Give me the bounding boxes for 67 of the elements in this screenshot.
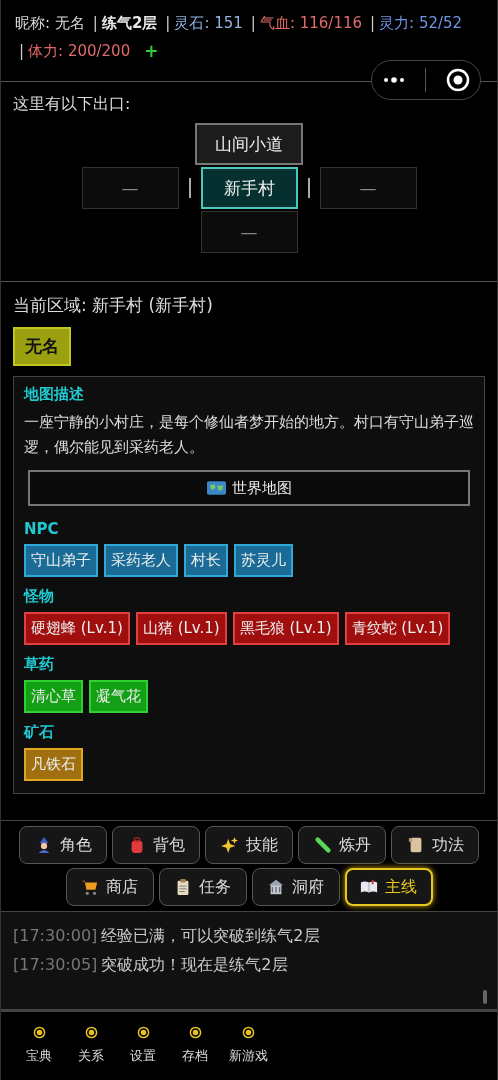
map-icon (206, 481, 226, 495)
close-icon[interactable] (446, 68, 471, 92)
entity-tag[interactable]: 村长 (184, 544, 228, 577)
dot-icon (188, 1026, 202, 1039)
stat-text: 练气2层 (101, 13, 158, 34)
stat-text: 灵石: 151 (174, 13, 243, 34)
nav-item[interactable]: 新游戏 (227, 1026, 270, 1080)
dot-icon (242, 1026, 255, 1039)
menu-button[interactable]: 洞府 (251, 868, 340, 906)
exit-button[interactable]: — (81, 167, 179, 209)
exit-button[interactable]: — (319, 167, 417, 209)
menu-button[interactable]: 角色 (19, 826, 107, 864)
separator: | (165, 13, 171, 34)
entity-tag[interactable]: 黑毛狼 (Lv.1) (232, 612, 339, 645)
separator: | (370, 13, 376, 34)
entity-tag[interactable]: 采药老人 (104, 544, 178, 577)
cart-icon (81, 878, 99, 896)
menu-button[interactable]: 背包 (112, 826, 200, 864)
nav-item[interactable]: 关系 (71, 1026, 111, 1080)
section-title: 怪物 (24, 587, 55, 606)
nav-item[interactable]: 存档 (175, 1026, 215, 1080)
entity-tag[interactable]: 硬翅蜂 (Lv.1) (24, 612, 130, 645)
separator: | (250, 13, 256, 34)
menu-button[interactable]: 主线 (344, 868, 433, 906)
stat-text: 灵力: 52/52 (379, 13, 463, 34)
nav-item[interactable]: 宝典 (19, 1026, 59, 1080)
exits-heading: 这里有以下出口: (13, 94, 132, 115)
stat-text: 昵称: 无名 (15, 13, 85, 34)
region-title: 当前区域: 新手村 (新手村) (13, 294, 214, 317)
scrollbar (483, 990, 487, 1004)
world-map-button[interactable]: 世界地图 (28, 470, 470, 506)
building-icon (267, 878, 285, 896)
exit-button[interactable]: 新手村 (200, 167, 298, 209)
entity-tag[interactable]: 凡铁石 (24, 748, 83, 781)
stat-text: 气血: 116/116 (259, 13, 363, 34)
sparkles-icon (220, 836, 239, 854)
menu-button[interactable]: 炼丹 (298, 826, 386, 864)
menu-button[interactable]: 任务 (158, 868, 247, 906)
test-tube-icon (313, 836, 332, 854)
menu-button[interactable]: 技能 (205, 826, 293, 864)
entity-tag[interactable]: 山猪 (Lv.1) (135, 612, 227, 645)
entity-tag[interactable]: 青纹蛇 (Lv.1) (344, 612, 451, 645)
player-tag[interactable]: 无名 (13, 327, 71, 366)
log-time: [17:30:00] (13, 926, 98, 945)
log-time: [17:30:05] (13, 955, 98, 974)
section-title: 草药 (24, 655, 55, 674)
section-title: 地图描述 (24, 385, 85, 404)
log-message: 突破成功！现在是练气2层 (101, 955, 288, 974)
add-button[interactable]: + (138, 41, 165, 61)
map-description: 一座宁静的小村庄，是每个修仙者梦开始的地方。村口有守山弟子巡逻，偶尔能见到采药老人。 (24, 412, 474, 458)
exit-button[interactable]: 山间小道 (195, 123, 303, 165)
entity-tag[interactable]: 苏灵儿 (234, 544, 293, 577)
menu-button[interactable]: 商店 (65, 868, 154, 906)
dot-icon (32, 1026, 46, 1039)
exit-button[interactable]: — (200, 211, 298, 253)
section-title: NPC (24, 520, 60, 538)
log-message: 经验已满，可以突破到练气2层 (101, 926, 320, 945)
dot-icon (136, 1026, 150, 1039)
dot-icon (84, 1026, 98, 1039)
separator: | (19, 41, 25, 62)
nav-item[interactable]: 设置 (123, 1026, 163, 1080)
more-icon[interactable] (381, 75, 406, 85)
entity-tag[interactable]: 守山弟子 (24, 544, 98, 577)
separator: | (92, 13, 98, 34)
section-title: 矿石 (24, 723, 55, 742)
stat-text: 体力: 200/200 (28, 41, 131, 62)
menu-button[interactable]: 功法 (391, 826, 479, 864)
